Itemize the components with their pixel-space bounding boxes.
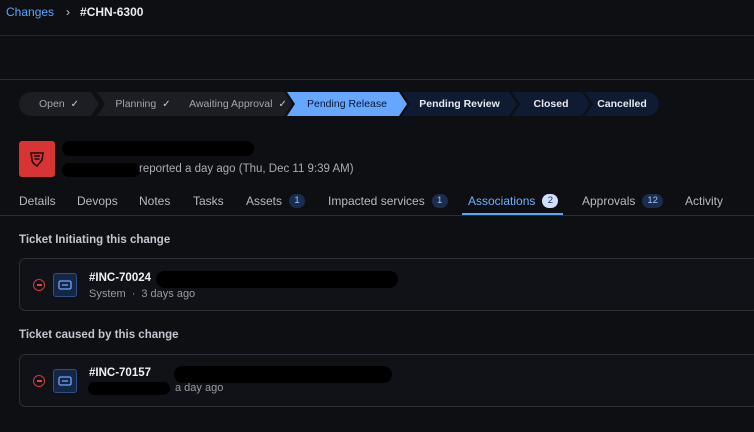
redacted-ticket-subject: [156, 271, 398, 288]
stage-label: Awaiting Approval: [189, 98, 273, 110]
top-bar: Changes › #CHN-6300: [0, 0, 754, 36]
ticket-meta: System · 3 days ago: [89, 288, 195, 300]
stage-pending-review[interactable]: Pending Review: [402, 92, 517, 116]
tab-bar: Details Devops Notes Tasks Assets 1 Impac…: [0, 188, 754, 216]
tab-label: Approvals: [582, 194, 636, 208]
ticket-source: System: [89, 288, 126, 300]
ticket-time: a day ago: [175, 382, 224, 394]
toolbar-band: [0, 36, 754, 80]
breadcrumb-changes-link[interactable]: Changes: [6, 5, 54, 19]
ticket-time: 3 days ago: [141, 288, 196, 300]
breadcrumb: Changes › #CHN-6300: [6, 5, 143, 19]
check-icon: ✓: [162, 98, 171, 110]
stage-awaiting-approval[interactable]: Awaiting Approval ✓: [164, 92, 292, 116]
stage-label: Cancelled: [597, 98, 647, 110]
stage-closed[interactable]: Closed: [512, 92, 590, 116]
check-icon: ✓: [70, 98, 80, 110]
reported-timestamp: reported a day ago (Thu, Dec 11 9:39 AM): [139, 163, 354, 175]
tab-label: Tasks: [193, 194, 224, 208]
stage-pending-release[interactable]: Pending Release: [287, 92, 407, 116]
meta-separator: ·: [131, 288, 136, 300]
tab-activity[interactable]: Activity: [685, 194, 723, 208]
stage-label: Planning: [115, 98, 157, 110]
tab-label: Impacted services: [328, 194, 425, 208]
redacted-ticket-source: [88, 382, 170, 395]
active-tab-indicator: [462, 213, 563, 215]
tab-label: Devops: [77, 194, 118, 208]
remove-circle-icon[interactable]: [33, 375, 45, 387]
count-badge: 12: [642, 194, 663, 208]
tab-tasks[interactable]: Tasks: [193, 194, 224, 208]
tab-assets[interactable]: Assets 1: [246, 194, 306, 208]
stage-label: Pending Review: [419, 98, 500, 110]
ticket-id-link[interactable]: #INC-70157: [89, 367, 151, 379]
tab-label: Details: [19, 194, 56, 208]
requester-avatar: [19, 141, 55, 177]
breadcrumb-separator: ›: [66, 5, 71, 19]
tab-impacted-services[interactable]: Impacted services 1: [328, 194, 448, 208]
tab-associations[interactable]: Associations 2: [468, 194, 559, 208]
count-badge: 1: [289, 194, 306, 208]
ticket-icon: [53, 273, 77, 297]
ticket-id-link[interactable]: #INC-70024: [89, 272, 151, 284]
stage-label: Pending Release: [307, 98, 387, 110]
remove-circle-icon[interactable]: [33, 279, 45, 291]
tab-label: Assets: [246, 194, 283, 208]
stage-cancelled[interactable]: Cancelled: [585, 92, 659, 116]
check-icon: ✓: [278, 98, 287, 110]
status-pipeline: Open ✓ Planning ✓ Awaiting Approval ✓ Pendi…: [19, 92, 659, 116]
tab-devops[interactable]: Devops: [77, 194, 118, 208]
redacted-requester-name: [62, 163, 140, 177]
tab-details[interactable]: Details: [19, 194, 56, 208]
stage-open[interactable]: Open ✓: [19, 92, 99, 116]
section-title-initiating: Ticket Initiating this change: [19, 234, 171, 246]
count-badge: 2: [542, 194, 559, 208]
tab-label: Associations: [468, 194, 536, 208]
page-title: #CHN-6300: [80, 5, 144, 19]
redacted-ticket-subject: [174, 366, 392, 383]
stage-label: Open: [38, 98, 65, 110]
redacted-change-title: [62, 141, 254, 156]
stage-label: Closed: [533, 98, 569, 110]
associated-ticket-card: #INC-70024 System · 3 days ago: [19, 258, 754, 311]
tab-notes[interactable]: Notes: [139, 194, 170, 208]
section-title-caused-by: Ticket caused by this change: [19, 329, 179, 341]
tab-approvals[interactable]: Approvals 12: [582, 194, 663, 208]
count-badge: 1: [431, 194, 448, 208]
associated-ticket-card: #INC-70157 a day ago: [19, 354, 754, 407]
ticket-icon: [53, 369, 77, 393]
tab-label: Activity: [685, 194, 724, 208]
tab-label: Notes: [139, 194, 171, 208]
shield-icon: [30, 152, 44, 168]
